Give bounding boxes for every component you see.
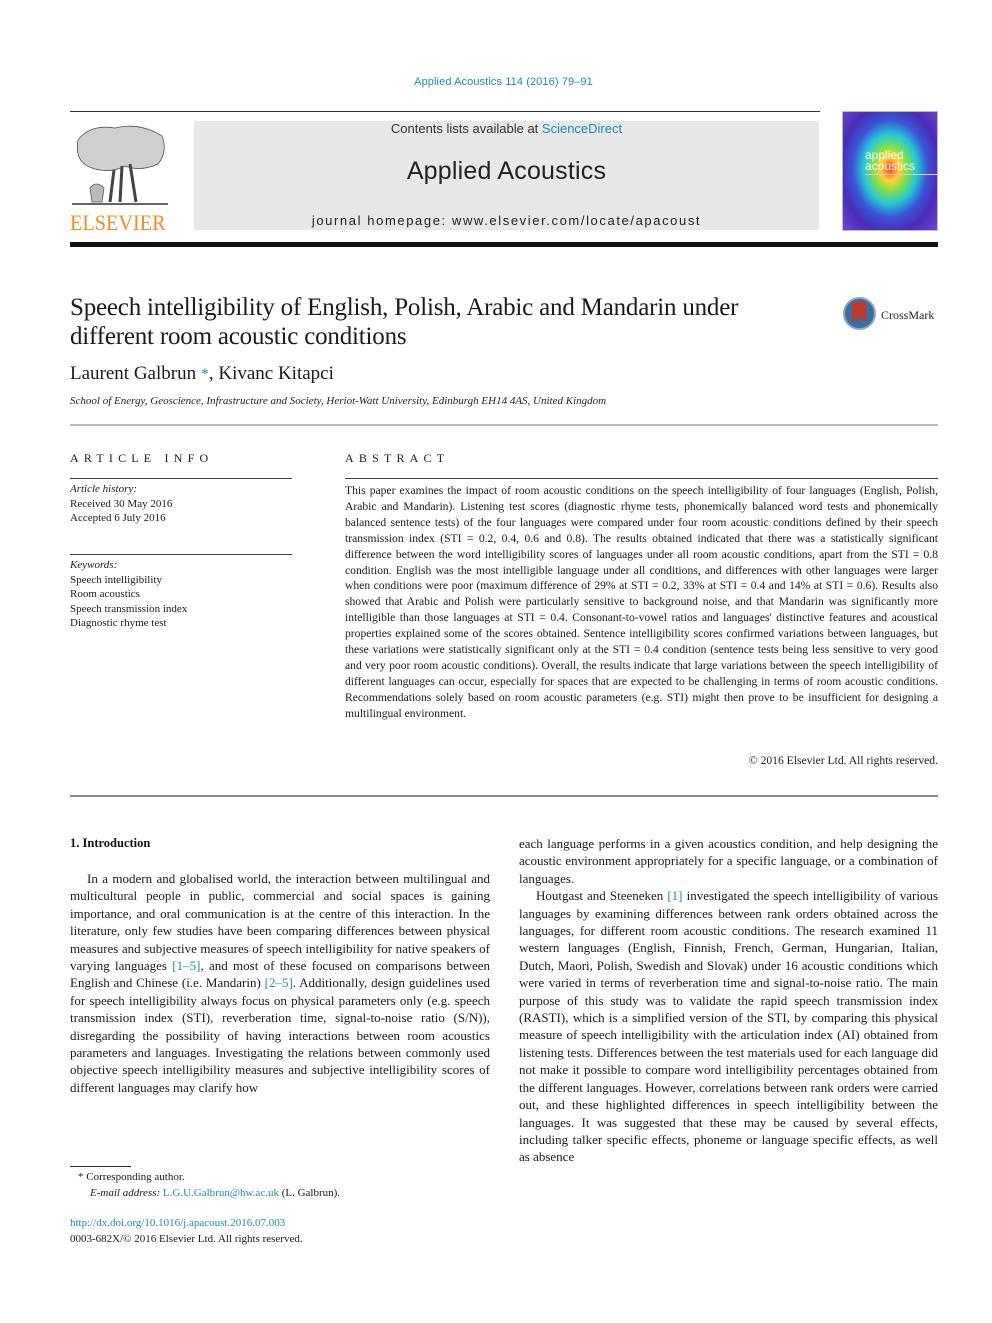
elsevier-wordmark: ELSEVIER bbox=[70, 210, 166, 235]
crossmark-button[interactable]: CrossMark bbox=[843, 297, 943, 333]
corresponding-author-text: Corresponding author. bbox=[86, 1171, 185, 1183]
author-name[interactable]: Laurent Galbrun bbox=[70, 363, 196, 384]
text-run: investigated the speech intelligibility … bbox=[519, 888, 938, 1165]
doi-block: http://dx.doi.org/10.1016/j.apacoust.201… bbox=[70, 1216, 303, 1247]
divider bbox=[345, 478, 938, 479]
email-label: E-mail address: bbox=[90, 1186, 163, 1199]
keyword-item: Room acoustics bbox=[70, 588, 140, 600]
text-run: Houtgast and Steeneken bbox=[536, 888, 668, 904]
footnote-marker: * bbox=[78, 1171, 84, 1183]
homepage-line: journal homepage: www.elsevier.com/locat… bbox=[194, 213, 819, 228]
paragraph: each language performs in a given acoust… bbox=[519, 836, 938, 886]
header-rule bbox=[70, 111, 820, 112]
cover-title-line2: acoustics bbox=[865, 159, 916, 173]
sciencedirect-link[interactable]: ScienceDirect bbox=[542, 121, 622, 136]
article-info-heading: ARTICLE INFO bbox=[70, 451, 214, 465]
abstract-heading: ABSTRACT bbox=[345, 451, 450, 465]
footnote-rule bbox=[70, 1166, 131, 1167]
abstract-text: This paper examines the impact of room a… bbox=[345, 484, 938, 720]
article-history: Article history: Received 30 May 2016 Ac… bbox=[70, 482, 172, 526]
footnote: * Corresponding author. E-mail address: … bbox=[78, 1170, 340, 1201]
affiliation: School of Energy, Geoscience, Infrastruc… bbox=[70, 395, 607, 407]
corresponding-author-note: * Corresponding author. bbox=[78, 1170, 340, 1186]
cover-rule bbox=[865, 174, 937, 175]
author-name[interactable]: Kivanc Kitapci bbox=[218, 363, 334, 384]
keyword-item: Speech transmission index bbox=[70, 602, 188, 615]
author-list: Laurent Galbrun *, Kivanc Kitapci bbox=[70, 363, 334, 385]
elsevier-logo[interactable]: ELSEVIER bbox=[70, 122, 172, 235]
section-heading: 1. Introduction bbox=[70, 836, 151, 850]
homepage-prefix: journal homepage: bbox=[311, 213, 452, 228]
keywords: Keywords: Speech intelligibility Room ac… bbox=[70, 558, 187, 631]
divider bbox=[70, 554, 292, 555]
accepted-date: Accepted 6 July 2016 bbox=[70, 512, 166, 524]
history-label: Article history: bbox=[70, 483, 137, 495]
email-link[interactable]: L.G.U.Galbrun@hw.ac.uk bbox=[163, 1187, 279, 1199]
citation-link[interactable]: [1–5] bbox=[172, 958, 200, 973]
divider bbox=[70, 478, 292, 479]
paragraph: In a modern and globalised world, the in… bbox=[70, 870, 490, 1096]
keyword-item: Speech intelligibility bbox=[70, 573, 162, 586]
citation-link[interactable]: [2–5] bbox=[265, 975, 293, 990]
journal-cover-image[interactable]: applied acoustics bbox=[842, 111, 938, 231]
keyword-item: Diagnostic rhyme test bbox=[70, 617, 167, 629]
doi-link[interactable]: http://dx.doi.org/10.1016/j.apacoust.201… bbox=[70, 1217, 285, 1229]
homepage-link[interactable]: www.elsevier.com/locate/apacoust bbox=[452, 213, 701, 228]
paragraph: Houtgast and Steeneken [1] investigated … bbox=[519, 887, 938, 1166]
header-thick-rule bbox=[70, 242, 938, 247]
text-run: . Additionally, design guidelines used f… bbox=[70, 975, 490, 1095]
abstract-copyright: © 2016 Elsevier Ltd. All rights reserved… bbox=[748, 754, 938, 767]
received-date: Received 30 May 2016 bbox=[70, 497, 173, 510]
keywords-label: Keywords: bbox=[70, 559, 118, 571]
contents-prefix: Contents lists available at bbox=[390, 121, 542, 136]
divider bbox=[70, 424, 938, 426]
email-suffix: (L. Galbrun). bbox=[278, 1186, 341, 1199]
elsevier-tree-icon bbox=[72, 125, 168, 205]
divider bbox=[70, 795, 938, 797]
issn-copyright: 0003-682X/© 2016 Elsevier Ltd. All right… bbox=[70, 1232, 303, 1245]
citation-link[interactable]: [1] bbox=[667, 888, 682, 903]
cover-title: applied acoustics bbox=[865, 149, 916, 173]
author-separator: , bbox=[208, 363, 219, 384]
journal-name[interactable]: Applied Acoustics bbox=[194, 157, 819, 186]
crossmark-label: CrossMark bbox=[881, 308, 935, 322]
article-title: Speech intelligibility of English, Polis… bbox=[70, 294, 739, 350]
contents-line: Contents lists available at ScienceDirec… bbox=[194, 121, 819, 136]
body-column-left: In a modern and globalised world, the in… bbox=[70, 870, 490, 1096]
journal-citation-link[interactable]: Applied Acoustics 114 (2016) 79–91 bbox=[0, 76, 992, 88]
email-line: E-mail address: L.G.U.Galbrun@hw.ac.uk (… bbox=[78, 1186, 340, 1202]
corresponding-author-marker[interactable]: * bbox=[201, 366, 209, 383]
journal-masthead: Contents lists available at ScienceDirec… bbox=[194, 121, 819, 230]
body-column-right: each language performs in a given acoust… bbox=[519, 835, 938, 1166]
